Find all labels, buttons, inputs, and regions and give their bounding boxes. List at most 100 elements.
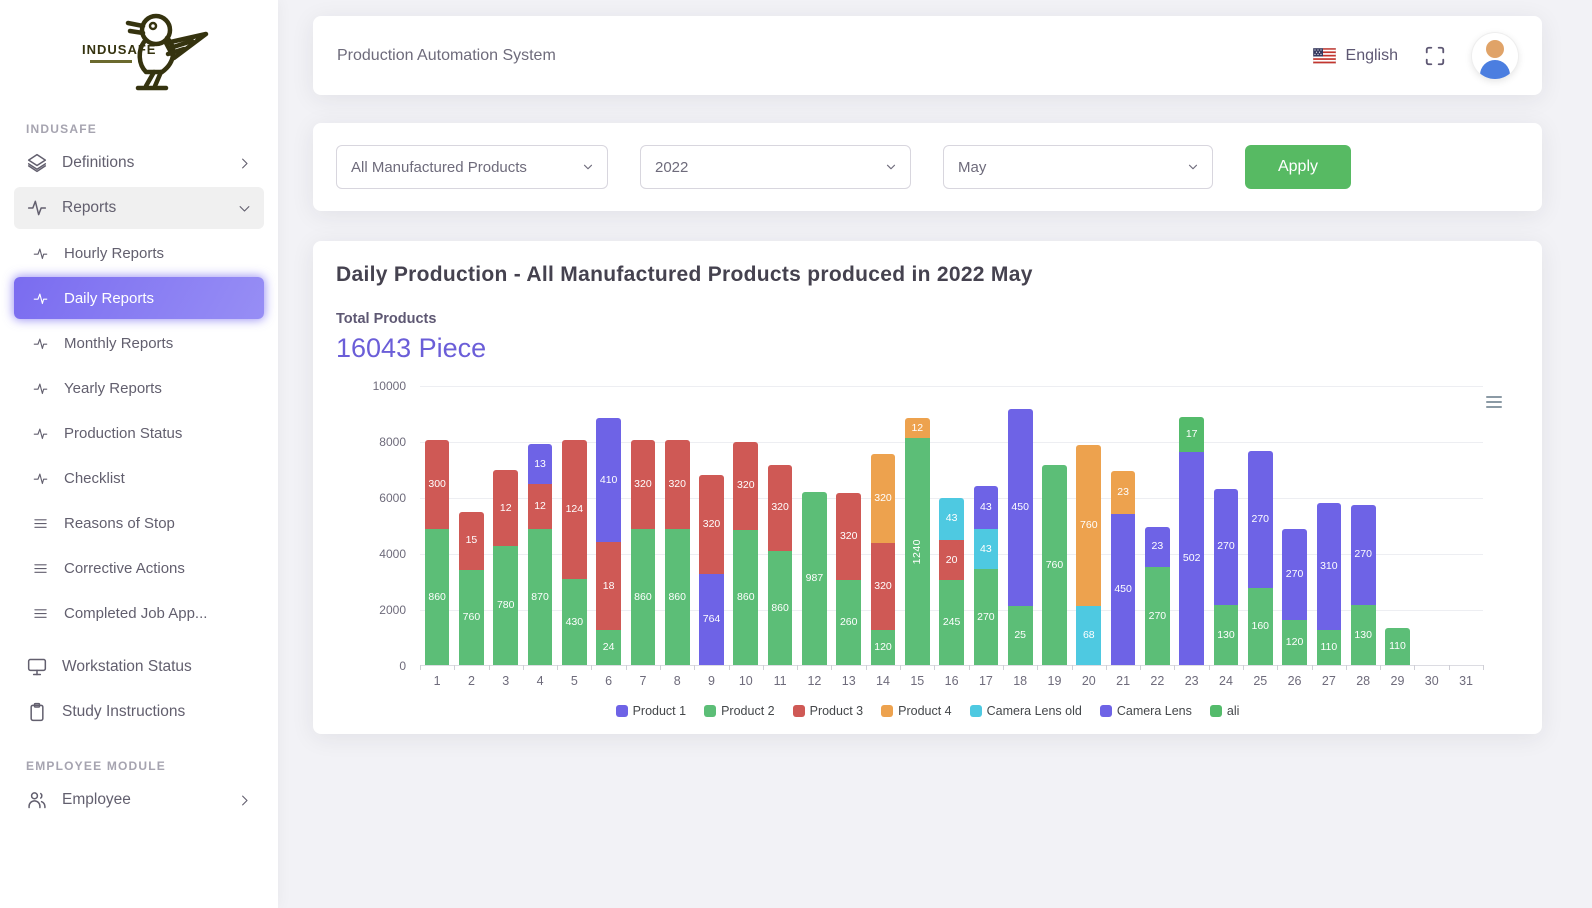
bar-day-3[interactable]: 78012: [489, 386, 523, 665]
bar-segment-product-2[interactable]: 110: [1317, 630, 1342, 665]
bar-segment-camera-lens[interactable]: 450: [1008, 409, 1033, 606]
bar-segment-product-2[interactable]: 245: [939, 580, 964, 665]
bar-segment-product-3[interactable]: 18: [596, 542, 621, 630]
bar-day-26[interactable]: 120270: [1277, 386, 1311, 665]
bar-segment-product-3[interactable]: 12: [493, 470, 518, 545]
bar-segment-product-3[interactable]: 20: [939, 540, 964, 580]
bar-segment-product-2[interactable]: 860: [768, 551, 793, 665]
bar-day-5[interactable]: 430124: [557, 386, 591, 665]
bar-day-16[interactable]: 2452043: [934, 386, 968, 665]
sidebar-item-employee[interactable]: Employee: [14, 779, 264, 821]
bar-segment-camera-lens[interactable]: 270: [1248, 451, 1273, 588]
legend-item-product-3[interactable]: Product 3: [793, 704, 864, 718]
language-switcher[interactable]: English: [1313, 47, 1398, 65]
bar-segment-product-2[interactable]: 760: [1042, 465, 1067, 665]
bar-segment-ali[interactable]: 17: [1179, 417, 1204, 452]
bar-segment-product-2[interactable]: 760: [459, 570, 484, 665]
sidebar-item-yearly-reports[interactable]: Yearly Reports: [14, 367, 264, 409]
legend-item-product-1[interactable]: Product 1: [616, 704, 687, 718]
sidebar-item-workstation-status[interactable]: Workstation Status: [14, 646, 264, 688]
bar-segment-camera-lens[interactable]: 13: [528, 444, 553, 484]
fullscreen-button[interactable]: [1424, 45, 1446, 67]
bar-segment-product-3[interactable]: 320: [631, 440, 656, 528]
bar-segment-product-2[interactable]: 160: [1248, 588, 1273, 665]
bar-segment-product-2[interactable]: 130: [1351, 605, 1376, 665]
sidebar-item-definitions[interactable]: Definitions: [14, 142, 264, 184]
product-select[interactable]: All Manufactured Products: [336, 145, 608, 189]
user-avatar[interactable]: [1472, 33, 1518, 79]
bar-segment-product-2[interactable]: 860: [425, 529, 450, 665]
sidebar-item-checklist[interactable]: Checklist: [14, 457, 264, 499]
bar-day-7[interactable]: 860320: [626, 386, 660, 665]
bar-day-15[interactable]: 124012: [900, 386, 934, 665]
bar-segment-product-3[interactable]: 320: [871, 543, 896, 630]
bar-day-17[interactable]: 2704343: [969, 386, 1003, 665]
bar-segment-product-2[interactable]: 24: [596, 630, 621, 665]
sidebar-item-daily-reports[interactable]: Daily Reports: [14, 277, 264, 319]
bar-segment-product-2[interactable]: 987: [802, 492, 827, 665]
bar-day-19[interactable]: 760: [1037, 386, 1071, 665]
bar-segment-product-3[interactable]: 320: [699, 475, 724, 574]
month-select[interactable]: May: [943, 145, 1213, 189]
year-select[interactable]: 2022: [640, 145, 911, 189]
bar-segment-product-4[interactable]: 23: [1111, 471, 1136, 514]
bar-day-24[interactable]: 130270: [1209, 386, 1243, 665]
apply-button[interactable]: Apply: [1245, 145, 1351, 189]
bar-day-10[interactable]: 860320: [729, 386, 763, 665]
sidebar-item-study-instructions[interactable]: Study Instructions: [14, 691, 264, 733]
bar-segment-product-3[interactable]: 15: [459, 512, 484, 570]
bar-day-22[interactable]: 27023: [1140, 386, 1174, 665]
bar-segment-product-2[interactable]: 110: [1385, 628, 1410, 665]
sidebar-item-production-status[interactable]: Production Status: [14, 412, 264, 454]
bar-day-21[interactable]: 45023: [1106, 386, 1140, 665]
bar-segment-camera-lens-old[interactable]: 68: [1076, 606, 1101, 665]
bar-day-20[interactable]: 68760: [1072, 386, 1106, 665]
sidebar-item-reports[interactable]: Reports: [14, 187, 264, 229]
bar-segment-product-4[interactable]: 12: [905, 418, 930, 438]
bar-day-25[interactable]: 160270: [1243, 386, 1277, 665]
bar-segment-product-2[interactable]: 25: [1008, 606, 1033, 665]
bar-segment-camera-lens[interactable]: 502: [1179, 452, 1204, 665]
bar-segment-product-2[interactable]: 780: [493, 546, 518, 665]
bar-day-28[interactable]: 130270: [1346, 386, 1380, 665]
bar-day-1[interactable]: 860300: [420, 386, 454, 665]
bar-segment-product-1[interactable]: 450: [1111, 514, 1136, 665]
bar-segment-product-4[interactable]: 320: [871, 454, 896, 542]
bar-segment-camera-lens[interactable]: 43: [974, 486, 999, 529]
bar-day-2[interactable]: 76015: [454, 386, 488, 665]
sidebar-item-reasons-of-stop[interactable]: Reasons of Stop: [14, 502, 264, 544]
bar-day-9[interactable]: 764320: [694, 386, 728, 665]
sidebar-item-completed-job-app[interactable]: Completed Job App...: [14, 592, 264, 634]
bar-segment-camera-lens[interactable]: 23: [1145, 527, 1170, 567]
bar-segment-product-3[interactable]: 300: [425, 440, 450, 528]
bar-segment-product-3[interactable]: 320: [768, 465, 793, 551]
brand-logo[interactable]: INDUSAFE: [0, 8, 278, 104]
bar-segment-product-1[interactable]: 764: [699, 574, 724, 665]
bar-segment-product-2[interactable]: 870: [528, 529, 553, 665]
bar-segment-product-3[interactable]: 12: [528, 484, 553, 528]
bar-segment-camera-lens[interactable]: 270: [1351, 505, 1376, 605]
bar-segment-product-4[interactable]: 760: [1076, 445, 1101, 605]
bar-day-8[interactable]: 860320: [660, 386, 694, 665]
bar-segment-product-3[interactable]: 320: [665, 440, 690, 528]
bar-day-11[interactable]: 860320: [763, 386, 797, 665]
bar-segment-product-3[interactable]: 124: [562, 440, 587, 578]
sidebar-item-hourly-reports[interactable]: Hourly Reports: [14, 232, 264, 274]
legend-item-product-2[interactable]: Product 2: [704, 704, 775, 718]
sidebar-item-corrective-actions[interactable]: Corrective Actions: [14, 547, 264, 589]
bar-segment-camera-lens[interactable]: 270: [1282, 529, 1307, 620]
bar-day-13[interactable]: 260320: [832, 386, 866, 665]
bar-segment-camera-lens[interactable]: 310: [1317, 503, 1342, 630]
bar-segment-product-2[interactable]: 1240: [905, 438, 930, 665]
bar-segment-product-2[interactable]: 430: [562, 579, 587, 665]
bar-segment-product-3[interactable]: 320: [733, 442, 758, 530]
bar-day-23[interactable]: 50217: [1175, 386, 1209, 665]
bar-day-14[interactable]: 120320320: [866, 386, 900, 665]
bar-segment-product-2[interactable]: 860: [665, 529, 690, 665]
bar-segment-product-2[interactable]: 130: [1214, 605, 1239, 665]
bar-day-18[interactable]: 25450: [1003, 386, 1037, 665]
bar-segment-product-2[interactable]: 860: [631, 529, 656, 665]
legend-item-product-4[interactable]: Product 4: [881, 704, 952, 718]
bar-day-29[interactable]: 110: [1380, 386, 1414, 665]
bar-segment-product-3[interactable]: 320: [836, 493, 861, 580]
